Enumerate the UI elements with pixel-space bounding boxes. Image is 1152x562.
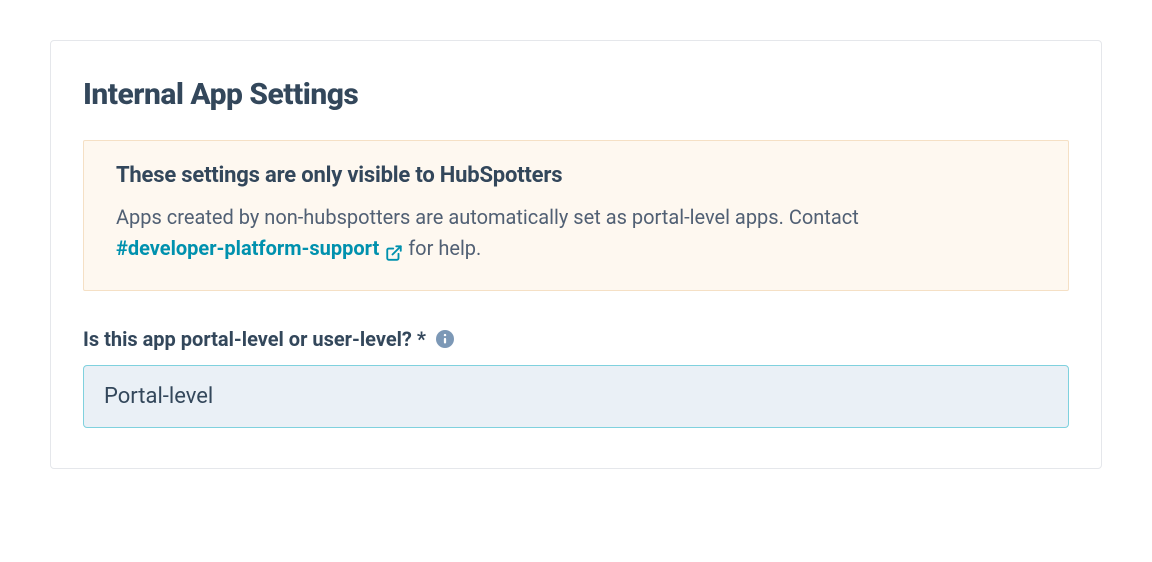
notice-title: These settings are only visible to HubSp… xyxy=(116,163,1036,188)
settings-card: Internal App Settings These settings are… xyxy=(50,40,1102,469)
notice-body: Apps created by non-hubspotters are auto… xyxy=(116,202,1036,264)
external-link-icon xyxy=(385,240,403,258)
app-level-label: Is this app portal-level or user-level? … xyxy=(83,327,426,351)
visibility-notice: These settings are only visible to HubSp… xyxy=(83,140,1069,291)
notice-body-prefix: Apps created by non-hubspotters are auto… xyxy=(116,205,859,229)
support-channel-link[interactable]: #developer-platform-support xyxy=(116,233,403,264)
page-title: Internal App Settings xyxy=(83,77,1069,112)
info-icon[interactable] xyxy=(436,330,454,348)
app-level-select[interactable]: Portal-level xyxy=(83,365,1069,428)
notice-body-suffix: for help. xyxy=(403,236,481,260)
channel-link-text: #developer-platform-support xyxy=(116,233,379,264)
field-label-row: Is this app portal-level or user-level? … xyxy=(83,327,1069,351)
